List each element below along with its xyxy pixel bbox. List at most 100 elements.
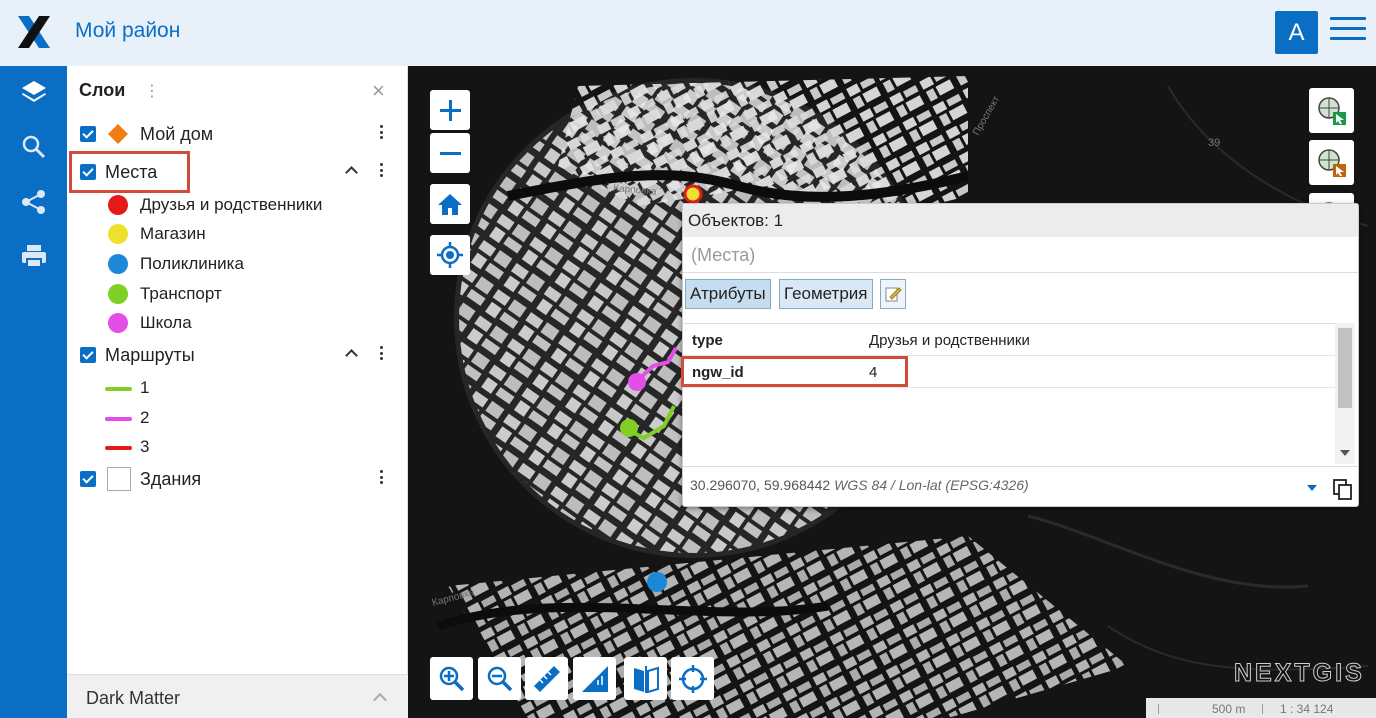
layer-checkbox[interactable]	[80, 126, 96, 142]
layer-checkbox[interactable]	[80, 347, 96, 363]
scroll-thumb[interactable]	[1338, 328, 1352, 408]
menu-line	[1330, 17, 1366, 20]
layer-more-icon[interactable]	[380, 163, 384, 181]
square-symbol-icon	[107, 467, 131, 491]
legend-label: 2	[140, 408, 150, 427]
edit-feature-icon	[885, 287, 902, 302]
legend-label: Друзья и родственники	[140, 195, 323, 214]
tab-geometry[interactable]: Геометрия	[779, 279, 873, 309]
collapse-icon[interactable]	[345, 166, 358, 179]
ruler-icon	[533, 665, 560, 692]
legend-label: Магазин	[140, 224, 206, 243]
coordinates-readout: 30.296070, 59.968442 WGS 84 / Lon-lat (EP…	[690, 477, 1029, 493]
legend-dot-icon	[108, 284, 128, 304]
measure-distance-button[interactable]	[525, 657, 568, 700]
layer-select[interactable]: (Места)	[683, 237, 1358, 273]
identify-tool-green[interactable]	[1309, 88, 1354, 133]
legend-label: 3	[140, 437, 150, 456]
home-extent-button[interactable]	[430, 184, 470, 224]
zoom-in-magnifier-icon	[439, 666, 464, 691]
area-ruler-icon	[581, 665, 608, 692]
collapse-icon[interactable]	[345, 349, 358, 362]
legend-dot-icon	[108, 313, 128, 333]
legend-label: Транспорт	[140, 284, 222, 303]
zoom-in-box-button[interactable]	[430, 657, 473, 700]
layer-checkbox[interactable]	[80, 471, 96, 487]
plus-icon	[440, 100, 461, 121]
panel-more-icon[interactable]: ⋮	[144, 81, 160, 101]
crs-dropdown-icon[interactable]	[1307, 485, 1317, 491]
search-icon	[22, 135, 46, 159]
basemap-selector[interactable]: Dark Matter	[67, 674, 408, 718]
share-button[interactable]	[14, 182, 54, 222]
nextgis-brand-logo: NEXTGIS	[1234, 659, 1365, 688]
gps-icon	[437, 242, 463, 268]
layer-row-routes[interactable]: Маршруты	[67, 340, 408, 370]
legend-line-icon	[105, 387, 132, 391]
tab-attributes[interactable]: Атрибуты	[685, 279, 771, 309]
legend-item: 3	[67, 432, 408, 462]
popup-object-count: Объектов: 1	[688, 211, 784, 230]
layer-label: Мой дом	[140, 124, 214, 144]
zoom-out-magnifier-icon	[487, 666, 512, 691]
identify-popup: Объектов: 1 (Места) Атрибуты Геометрия t…	[682, 203, 1359, 507]
legend-label: 1	[140, 378, 150, 397]
scale-ratio: 1 : 34 124	[1280, 702, 1334, 716]
swipe-compare-button[interactable]	[624, 657, 667, 700]
layer-row-my-home[interactable]: Мой дом	[67, 119, 408, 149]
menu-line	[1330, 27, 1366, 30]
top-header: Мой район A	[0, 0, 1376, 66]
legend-label: Школа	[140, 313, 192, 332]
legend-item: Поликлиника	[67, 249, 408, 279]
layer-more-icon[interactable]	[380, 346, 384, 364]
chevron-up-icon[interactable]	[372, 692, 388, 708]
share-icon	[22, 190, 45, 214]
identify-icon	[1317, 148, 1346, 177]
legend-dot-icon	[108, 224, 128, 244]
print-button[interactable]	[14, 236, 54, 276]
scale-tick	[1262, 704, 1263, 714]
panel-title: Слои	[79, 80, 126, 100]
crosshair-icon	[678, 664, 707, 693]
basemap-label: Dark Matter	[86, 688, 181, 708]
app-logo-icon[interactable]	[16, 14, 52, 50]
legend-label: Поликлиника	[140, 254, 244, 273]
layer-more-icon[interactable]	[380, 125, 384, 143]
scale-bar: 500 m 1 : 34 124	[1146, 698, 1376, 718]
legend-line-icon	[105, 417, 132, 421]
scale-distance: 500 m	[1212, 702, 1246, 716]
zoom-in-button[interactable]	[430, 90, 470, 130]
diamond-symbol-icon	[108, 124, 128, 144]
identify-tool-orange[interactable]	[1309, 140, 1354, 185]
edit-feature-button[interactable]	[880, 279, 906, 309]
attribute-key: type	[692, 332, 723, 349]
coordinates-value: 30.296070, 59.968442	[690, 477, 831, 493]
layer-label: Маршруты	[105, 345, 195, 365]
popup-scrollbar[interactable]	[1335, 323, 1355, 464]
zoom-out-button[interactable]	[430, 133, 470, 173]
layer-row-buildings[interactable]: Здания	[67, 464, 408, 494]
panel-close-icon[interactable]: ×	[372, 78, 385, 104]
legend-dot-icon	[108, 254, 128, 274]
legend-item: Друзья и родственники	[67, 190, 408, 220]
copy-icon[interactable]	[1333, 479, 1353, 501]
layers-button[interactable]	[14, 72, 54, 112]
scroll-down-icon[interactable]	[1340, 450, 1350, 456]
layer-label: Здания	[140, 469, 202, 489]
highlight-frame-places	[69, 151, 190, 193]
zoom-out-box-button[interactable]	[478, 657, 521, 700]
measure-area-button[interactable]	[573, 657, 616, 700]
locate-button[interactable]	[430, 235, 470, 275]
menu-line	[1330, 37, 1366, 40]
layer-more-icon[interactable]	[380, 470, 384, 488]
user-avatar-button[interactable]: A	[1275, 11, 1318, 54]
svg-text:39: 39	[1208, 137, 1220, 149]
attribute-value: Друзья и родственники	[869, 332, 1030, 349]
scale-tick	[1158, 704, 1159, 714]
legend-item: Транспорт	[67, 279, 408, 309]
identify-point-button[interactable]	[671, 657, 714, 700]
print-icon	[22, 245, 46, 268]
home-icon	[438, 194, 462, 215]
hamburger-menu-button[interactable]	[1330, 17, 1366, 47]
search-button[interactable]	[14, 127, 54, 167]
